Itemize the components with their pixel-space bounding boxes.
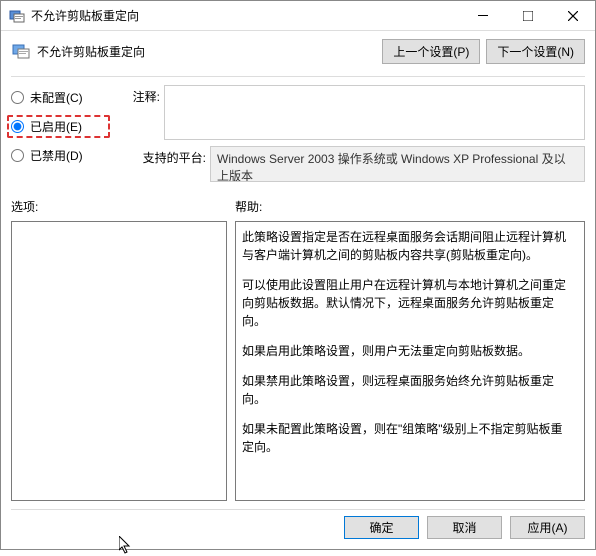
radio-enabled-label: 已启用(E) — [30, 118, 82, 135]
cursor-icon — [119, 536, 133, 556]
minimize-button[interactable] — [460, 1, 505, 30]
options-column: 选项: — [11, 198, 227, 501]
help-p2: 可以使用此设置阻止用户在远程计算机与本地计算机之间重定向剪贴板数据。默认情况下，… — [242, 276, 566, 330]
radio-group: 未配置(C) 已启用(E) 已禁用(D) — [11, 85, 106, 188]
nav-buttons: 上一个设置(P) 下一个设置(N) — [382, 39, 585, 64]
comment-row: 注释: — [112, 85, 585, 140]
divider — [11, 509, 585, 510]
help-label: 帮助: — [235, 198, 585, 215]
platform-row: 支持的平台: Windows Server 2003 操作系统或 Windows… — [112, 146, 585, 182]
titlebar: 不允许剪贴板重定向 — [1, 1, 595, 31]
comment-input[interactable] — [164, 85, 585, 140]
radio-not-configured-label: 未配置(C) — [30, 89, 83, 106]
window-controls — [460, 1, 595, 30]
maximize-button[interactable] — [505, 1, 550, 30]
window-title: 不允许剪贴板重定向 — [31, 7, 460, 24]
enabled-highlight: 已启用(E) — [7, 115, 110, 138]
help-box: 此策略设置指定是否在远程桌面服务会话期间阻止远程计算机与客户端计算机之间的剪贴板… — [235, 221, 585, 501]
config-area: 未配置(C) 已启用(E) 已禁用(D) 注释: — [11, 85, 585, 188]
cancel-button[interactable]: 取消 — [427, 516, 502, 539]
previous-setting-button[interactable]: 上一个设置(P) — [382, 39, 480, 64]
radio-disabled-label: 已禁用(D) — [30, 147, 83, 164]
header-row: 不允许剪贴板重定向 上一个设置(P) 下一个设置(N) — [11, 39, 585, 64]
options-label: 选项: — [11, 198, 227, 215]
policy-icon — [11, 41, 31, 61]
app-icon — [9, 8, 25, 24]
radio-not-configured-input[interactable] — [11, 91, 24, 104]
radio-disabled-input[interactable] — [11, 149, 24, 162]
mid-row: 选项: 帮助: 此策略设置指定是否在远程桌面服务会话期间阻止远程计算机与客户端计… — [11, 198, 585, 501]
options-box — [11, 221, 227, 501]
close-button[interactable] — [550, 1, 595, 30]
dialog-body: 不允许剪贴板重定向 上一个设置(P) 下一个设置(N) 未配置(C) 已启用(E… — [1, 31, 595, 516]
help-p3: 如果启用此策略设置，则用户无法重定向剪贴板数据。 — [242, 342, 566, 360]
platform-value: Windows Server 2003 操作系统或 Windows XP Pro… — [210, 146, 585, 182]
ok-button[interactable]: 确定 — [344, 516, 419, 539]
help-p5: 如果未配置此策略设置，则在"组策略"级别上不指定剪贴板重定向。 — [242, 420, 566, 456]
radio-enabled-input[interactable] — [11, 120, 24, 133]
platform-label: 支持的平台: — [112, 146, 210, 182]
help-column: 帮助: 此策略设置指定是否在远程桌面服务会话期间阻止远程计算机与客户端计算机之间… — [235, 198, 585, 501]
dialog-window: 不允许剪贴板重定向 不允许剪贴板重定向 上一个设置(P) 下一个设置(N) 未配… — [0, 0, 596, 550]
apply-button[interactable]: 应用(A) — [510, 516, 585, 539]
policy-title: 不允许剪贴板重定向 — [37, 39, 382, 60]
radio-enabled[interactable]: 已启用(E) — [11, 118, 106, 135]
divider — [11, 76, 585, 77]
help-p1: 此策略设置指定是否在远程桌面服务会话期间阻止远程计算机与客户端计算机之间的剪贴板… — [242, 228, 566, 264]
help-p4: 如果禁用此策略设置，则远程桌面服务始终允许剪贴板重定向。 — [242, 372, 566, 408]
footer: 确定 取消 应用(A) — [1, 516, 595, 549]
radio-disabled[interactable]: 已禁用(D) — [11, 147, 106, 164]
fields-column: 注释: 支持的平台: Windows Server 2003 操作系统或 Win… — [112, 85, 585, 188]
next-setting-button[interactable]: 下一个设置(N) — [486, 39, 585, 64]
comment-label: 注释: — [112, 85, 164, 140]
radio-not-configured[interactable]: 未配置(C) — [11, 89, 106, 106]
